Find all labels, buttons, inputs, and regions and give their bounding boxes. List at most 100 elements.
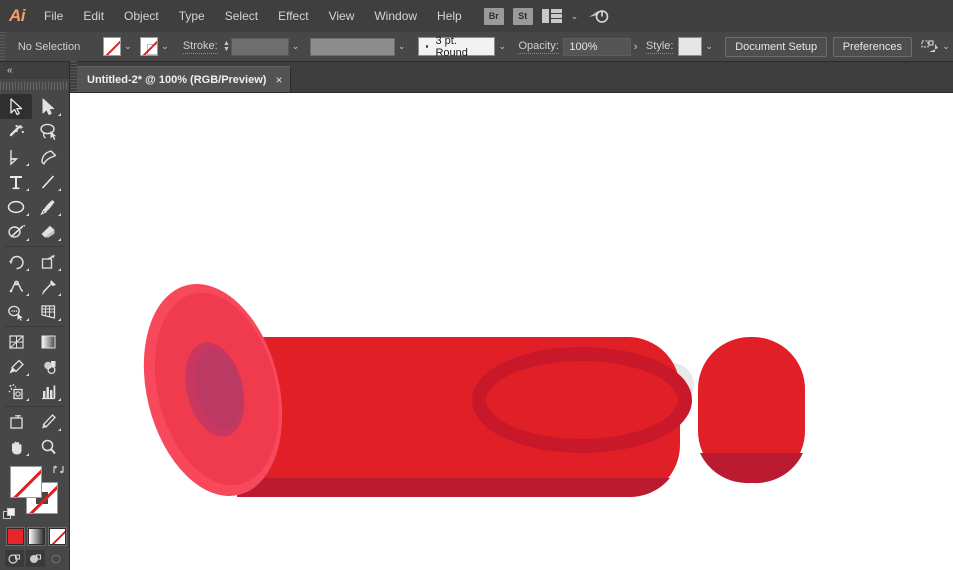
- graphic-style-swatch[interactable]: [678, 37, 703, 56]
- arrange-documents-icon[interactable]: [541, 9, 562, 23]
- tool-divider: [4, 406, 65, 407]
- free-transform-tool[interactable]: [32, 274, 64, 299]
- slice-tool[interactable]: [32, 409, 64, 434]
- tool-divider: [4, 326, 65, 327]
- pen-tool[interactable]: [0, 144, 32, 169]
- tool-group-corner-icon: [26, 163, 29, 166]
- brush-dot-icon: [425, 45, 429, 48]
- mesh-tool[interactable]: [0, 329, 32, 354]
- curvature-tool[interactable]: [32, 144, 64, 169]
- default-fill-stroke-icon[interactable]: [3, 508, 16, 521]
- normal-screen-mode-button[interactable]: [5, 550, 24, 567]
- shaper-tool[interactable]: [0, 219, 32, 244]
- tool-group-corner-icon: [26, 213, 29, 216]
- brush-definition-selector[interactable]: 3 pt. Round: [417, 35, 496, 59]
- tools-panel-collapse-button[interactable]: «: [0, 62, 69, 79]
- stroke-color-swatch[interactable]: [140, 37, 158, 56]
- tab-bar-grip[interactable]: [70, 61, 77, 92]
- menu-select[interactable]: Select: [215, 0, 268, 32]
- close-icon[interactable]: ×: [275, 74, 282, 86]
- width-tool[interactable]: [0, 274, 32, 299]
- width-profile-chevron-down-icon[interactable]: ⌄: [395, 37, 409, 56]
- menu-effect[interactable]: Effect: [268, 0, 318, 32]
- menu-edit[interactable]: Edit: [73, 0, 114, 32]
- document-tab-bar: Untitled-2* @ 100% (RGB/Preview) ×: [70, 61, 953, 93]
- gradient-tool[interactable]: [32, 329, 64, 354]
- canvas-area[interactable]: [70, 93, 953, 570]
- document-setup-button[interactable]: Document Setup: [725, 36, 828, 57]
- tool-group-corner-icon: [26, 373, 29, 376]
- screen-mode-buttons: [0, 545, 69, 567]
- menu-help[interactable]: Help: [427, 0, 472, 32]
- document-tab[interactable]: Untitled-2* @ 100% (RGB/Preview) ×: [77, 66, 292, 92]
- stroke-weight-chevron-down-icon[interactable]: ⌄: [289, 37, 303, 56]
- selection-tool[interactable]: [0, 94, 32, 119]
- document-tab-title: Untitled-2* @ 100% (RGB/Preview): [87, 73, 267, 86]
- gradient-swatch[interactable]: [28, 528, 45, 545]
- color-mode-swatches: [0, 525, 69, 545]
- align-chevron-down-icon[interactable]: ⌄: [939, 37, 953, 56]
- fill-swatch-large[interactable]: [10, 466, 42, 498]
- eraser-tool[interactable]: [32, 219, 64, 244]
- opacity-input[interactable]: 100%: [563, 37, 631, 56]
- paintbrush-tool[interactable]: [32, 194, 64, 219]
- opacity-options-arrow-icon[interactable]: ›: [631, 41, 641, 53]
- menu-file[interactable]: File: [34, 0, 73, 32]
- shape-builder-tool[interactable]: [0, 299, 32, 324]
- color-swatch[interactable]: [7, 528, 24, 545]
- swap-fill-stroke-icon[interactable]: [52, 463, 65, 476]
- menu-type[interactable]: Type: [169, 0, 215, 32]
- type-tool[interactable]: [0, 169, 32, 194]
- fill-chevron-down-icon[interactable]: ⌄: [121, 37, 135, 56]
- perspective-grid-tool[interactable]: [32, 299, 64, 324]
- symbol-sprayer-tool[interactable]: [0, 379, 32, 404]
- tool-group-corner-icon: [58, 293, 61, 296]
- workspace-switcher-icon[interactable]: [587, 8, 609, 24]
- brush-chevron-down-icon[interactable]: ⌄: [495, 37, 509, 56]
- control-bar: No Selection ⌄ ⌄ Stroke: ▲ ▼ ⌄ ⌄ 3 pt. Ro…: [0, 31, 953, 62]
- menu-window[interactable]: Window: [364, 0, 427, 32]
- menu-view[interactable]: View: [319, 0, 365, 32]
- control-bar-grip[interactable]: [0, 31, 5, 62]
- hand-tool[interactable]: [0, 434, 32, 459]
- tools-panel-drag-grip[interactable]: [0, 81, 69, 91]
- lasso-tool[interactable]: [32, 119, 64, 144]
- tool-group-corner-icon: [26, 188, 29, 191]
- tool-group-corner-icon: [26, 238, 29, 241]
- full-screen-mode-with-menu-button[interactable]: [26, 550, 45, 567]
- direct-selection-tool[interactable]: [32, 94, 64, 119]
- align-to-selection-icon[interactable]: [921, 39, 939, 55]
- style-chevron-down-icon[interactable]: ⌄: [702, 37, 716, 56]
- scale-tool[interactable]: [32, 249, 64, 274]
- stroke-chevron-down-icon[interactable]: ⌄: [158, 37, 172, 56]
- menu-object[interactable]: Object: [114, 0, 169, 32]
- tool-group-corner-icon: [58, 113, 61, 116]
- none-swatch[interactable]: [49, 528, 66, 545]
- preferences-button[interactable]: Preferences: [832, 36, 912, 57]
- line-segment-tool[interactable]: [32, 169, 64, 194]
- stroke-weight-input[interactable]: [230, 37, 289, 56]
- stock-button[interactable]: St: [512, 7, 533, 25]
- artboard-tool[interactable]: [0, 409, 32, 434]
- right-rounded-shape-group: [698, 337, 805, 484]
- stroke-weight-stepper[interactable]: ▲ ▼: [222, 38, 230, 56]
- tool-group-corner-icon: [26, 318, 29, 321]
- full-screen-mode-button[interactable]: [47, 550, 66, 567]
- tool-group-corner-icon: [26, 398, 29, 401]
- tool-group-corner-icon: [26, 268, 29, 271]
- style-label: Style:: [645, 39, 674, 54]
- zoom-tool[interactable]: [32, 434, 64, 459]
- blend-tool[interactable]: [32, 354, 64, 379]
- column-graph-tool[interactable]: [32, 379, 64, 404]
- width-profile-selector[interactable]: [309, 37, 395, 56]
- magic-wand-tool[interactable]: [0, 119, 32, 144]
- bridge-button[interactable]: Br: [483, 7, 504, 25]
- menubar-right-group: Br St ⌄: [483, 7, 610, 25]
- stroke-weight-label: Stroke:: [182, 39, 218, 54]
- fill-color-swatch[interactable]: [103, 37, 121, 56]
- tool-group-corner-icon: [58, 428, 61, 431]
- eyedropper-tool[interactable]: [0, 354, 32, 379]
- ellipse-tool[interactable]: [0, 194, 32, 219]
- rotate-tool[interactable]: [0, 249, 32, 274]
- arrange-chevron-down-icon[interactable]: ⌄: [571, 11, 579, 22]
